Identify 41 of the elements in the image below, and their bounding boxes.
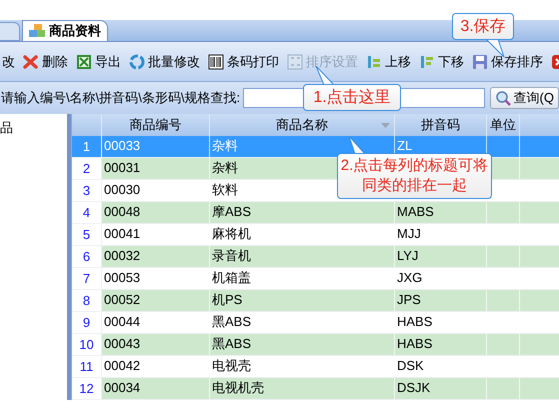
table-cell: 00032 <box>102 246 210 267</box>
row-number: 6 <box>72 246 102 267</box>
table-cell: 机PS <box>210 290 395 311</box>
table-cell: 录音机 <box>210 246 395 267</box>
table-cell: MJJ <box>395 224 487 245</box>
table-cell: JXG <box>395 268 487 289</box>
table-cell: 电视壳 <box>210 356 395 377</box>
table-cell: 黑ABS <box>210 312 395 333</box>
table-cell: 00043 <box>102 334 210 355</box>
callout-tooltip: 1.点击这里 <box>303 84 401 111</box>
table-cell: 00033 <box>102 136 210 157</box>
table-cell: HABS <box>395 312 487 333</box>
callout-tooltip: 3.保存 <box>452 13 514 40</box>
row-number: 4 <box>72 202 102 223</box>
table-cell: DSJK <box>395 378 487 399</box>
table-cell: 00031 <box>102 158 210 179</box>
table-cell: JPS <box>395 290 487 311</box>
table-cell: HABS <box>395 334 487 355</box>
table-cell: 00030 <box>102 180 210 201</box>
search-label: 请输入编号\名称\拼音码\条形码\规格查找: <box>1 89 240 108</box>
table-cell: 黑ABS <box>210 334 395 355</box>
table-cell: LYJ <box>395 246 487 267</box>
table-cell: 00034 <box>102 378 210 399</box>
table-cell: 麻将机 <box>210 224 395 245</box>
table-cell: 摩ABS <box>210 202 395 223</box>
table-cell: 00042 <box>102 356 210 377</box>
tab-label: 商品资料 <box>49 22 101 40</box>
row-number: 8 <box>72 290 102 311</box>
table-cell: 00048 <box>102 202 210 223</box>
table-cell: 电视机壳 <box>210 378 395 399</box>
table-cell: 00052 <box>102 290 210 311</box>
table-cell: 机箱盖 <box>210 268 395 289</box>
table-cell: MABS <box>395 202 487 223</box>
table-cell: 00041 <box>102 224 210 245</box>
table-cell: 00053 <box>102 268 210 289</box>
callout-tooltip: 2.点击每列的标题可将同类的排在一起 <box>337 153 492 199</box>
row-number: 12 <box>72 378 102 399</box>
row-number: 2 <box>72 158 102 179</box>
table-cell: 00044 <box>102 312 210 333</box>
table-cell: DSK <box>395 356 487 377</box>
row-number: 10 <box>72 334 102 355</box>
